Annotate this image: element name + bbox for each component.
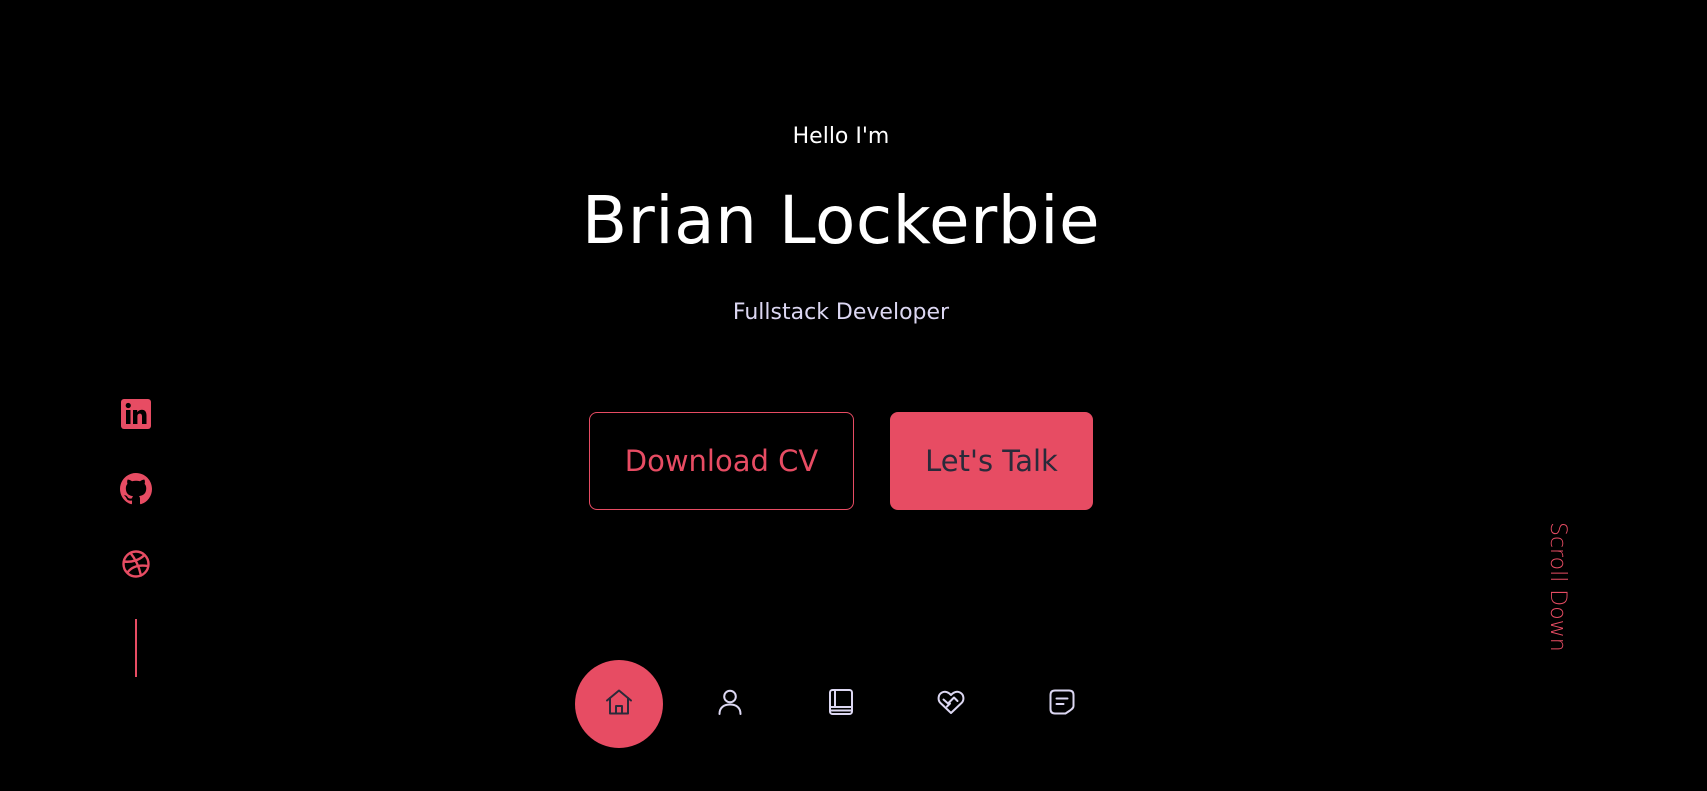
github-icon: [120, 473, 152, 505]
dribbble-link[interactable]: [120, 548, 152, 580]
hero-page: Hello I'm Brian Lockerbie Fullstack Deve…: [0, 0, 1707, 791]
dribbble-icon: [120, 548, 152, 580]
greeting-text: Hello I'm: [792, 124, 890, 149]
lets-talk-button[interactable]: Let's Talk: [890, 412, 1093, 510]
hero-name: Brian Lockerbie: [581, 182, 1101, 259]
services-icon: [935, 686, 967, 722]
social-divider-line: [135, 619, 137, 677]
download-cv-button[interactable]: Download CV: [589, 412, 854, 510]
nav-about-button[interactable]: [686, 660, 774, 748]
hero-role: Fullstack Developer: [732, 300, 950, 325]
nav-contact-button[interactable]: [1018, 660, 1106, 748]
nav-home-button[interactable]: [575, 660, 663, 748]
github-link[interactable]: [120, 473, 152, 505]
scroll-down-link[interactable]: Scroll Down: [1542, 522, 1572, 672]
linkedin-link[interactable]: [120, 398, 152, 430]
nav-services-button[interactable]: [907, 660, 995, 748]
user-icon: [714, 686, 746, 722]
home-icon: [603, 686, 635, 722]
book-icon: [825, 686, 857, 722]
nav-experience-button[interactable]: [797, 660, 885, 748]
linkedin-icon: [120, 398, 152, 430]
message-icon: [1046, 686, 1078, 722]
